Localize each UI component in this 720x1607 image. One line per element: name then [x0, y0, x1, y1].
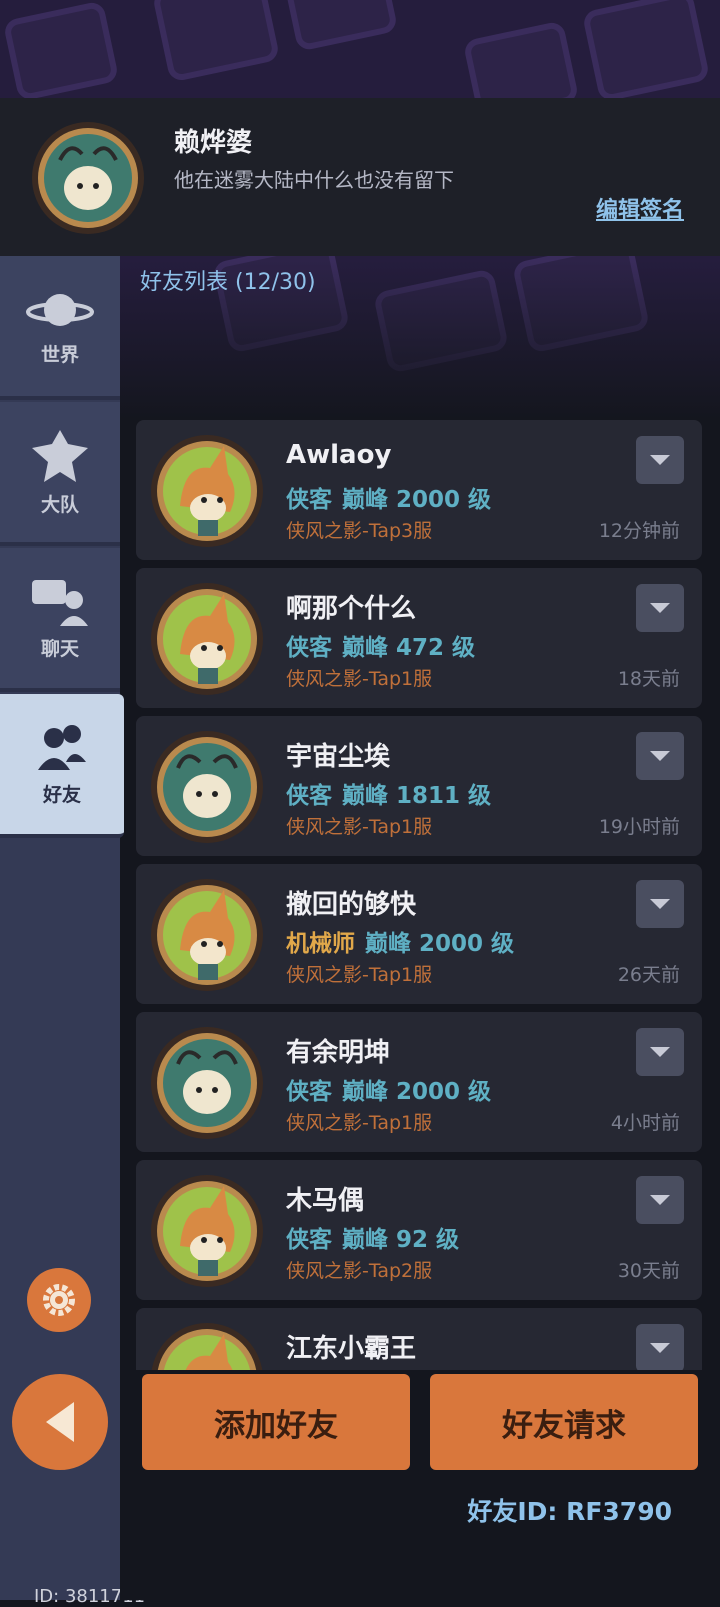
- friend-level: 巅峰 1811 级: [342, 783, 492, 809]
- tab-chat-label: 聊天: [40, 637, 79, 660]
- tab-friends-label: 好友: [42, 783, 81, 806]
- edit-signature-link[interactable]: 编辑签名: [596, 192, 684, 224]
- tab-world[interactable]: 世界: [0, 256, 120, 400]
- friend-id: 好友ID: RF3790: [467, 1497, 672, 1526]
- friend-last-seen: 30天前: [617, 1260, 680, 1282]
- friend-server: 侠风之影-Tap1服: [286, 668, 433, 690]
- friend-dropdown-button[interactable]: [636, 1176, 684, 1224]
- friend-server: 侠风之影-Tap1服: [286, 1112, 433, 1134]
- settings-button[interactable]: [27, 1268, 91, 1332]
- friend-dropdown-button[interactable]: [636, 1028, 684, 1076]
- chevron-down-icon: [650, 1047, 670, 1057]
- friend-avatar: [151, 1027, 263, 1139]
- gear-icon: [43, 1284, 75, 1316]
- friend-class: 侠客: [286, 1227, 332, 1253]
- back-button[interactable]: [12, 1374, 108, 1470]
- friend-list-title: 好友列表 (12/30): [140, 270, 316, 295]
- friend-level: 巅峰 92 级: [342, 1227, 460, 1253]
- friend-dropdown-button[interactable]: [636, 1324, 684, 1370]
- tab-world-label: 世界: [40, 343, 79, 366]
- friend-avatar: [151, 1323, 263, 1370]
- planet-icon: [26, 293, 94, 326]
- friend-list: Awlaoy 侠客 巅峰 2000 级 侠风之影-Tap3服 12分钟前 啊那个什…: [134, 420, 704, 1370]
- friend-class-line: 侠客 巅峰 1811 级: [286, 776, 491, 810]
- add-friend-button[interactable]: 添加好友: [142, 1374, 410, 1470]
- friend-name: 撤回的够快: [286, 890, 417, 920]
- guild-icon: [32, 429, 88, 482]
- profile-header: 赖烨婆 他在迷雾大陆中什么也没有留下 编辑签名: [0, 98, 720, 256]
- chevron-down-icon: [650, 1343, 670, 1353]
- friends-icon: [38, 724, 86, 770]
- friend-dropdown-button[interactable]: [636, 880, 684, 928]
- chat-icon: [32, 579, 88, 626]
- friend-class: 侠客: [286, 1079, 332, 1105]
- tab-guild-label: 大队: [40, 493, 79, 516]
- friend-server: 侠风之影-Tap3服: [286, 520, 433, 542]
- chevron-down-icon: [650, 603, 670, 613]
- friend-name: 江东小霸王: [286, 1334, 417, 1364]
- chevron-down-icon: [650, 899, 670, 909]
- friend-avatar: [151, 1175, 263, 1287]
- friend-name: 啊那个什么: [286, 594, 417, 624]
- friend-last-seen: 19小时前: [598, 816, 680, 838]
- friend-level: 巅峰 2000 级: [342, 1079, 492, 1105]
- friend-avatar: [151, 879, 263, 991]
- friend-requests-button[interactable]: 好友请求: [430, 1374, 698, 1470]
- friend-card[interactable]: 木马偶 侠客 巅峰 92 级 侠风之影-Tap2服 30天前: [136, 1160, 702, 1300]
- friend-last-seen: 18天前: [617, 668, 680, 690]
- friend-avatar: [151, 731, 263, 843]
- chevron-down-icon: [650, 455, 670, 465]
- friend-class-line: 侠客 巅峰 92 级: [286, 1220, 459, 1254]
- friend-class-line: 机械师 巅峰 2000 级: [286, 924, 514, 958]
- profile-signature: 他在迷雾大陆中什么也没有留下: [174, 168, 454, 192]
- friend-last-seen: 26天前: [617, 964, 680, 986]
- friend-dropdown-button[interactable]: [636, 436, 684, 484]
- friend-name: 有余明坤: [286, 1038, 391, 1068]
- friend-class-line: 侠客 巅峰 472 级: [286, 628, 475, 662]
- friend-card[interactable]: 撤回的够快 机械师 巅峰 2000 级 侠风之影-Tap1服 26天前: [136, 864, 702, 1004]
- friend-avatar: [151, 583, 263, 695]
- friend-server: 侠风之影-Tap2服: [286, 1260, 433, 1282]
- chevron-down-icon: [650, 1195, 670, 1205]
- friend-class: 侠客: [286, 487, 332, 513]
- arrow-left-icon: [46, 1402, 74, 1442]
- profile-avatar[interactable]: [30, 120, 146, 236]
- friend-class: 机械师: [286, 931, 355, 957]
- friend-name: Awlaoy: [286, 440, 392, 470]
- friend-class-line: 侠客 巅峰 2000 级: [286, 1072, 491, 1106]
- friend-server: 侠风之影-Tap1服: [286, 964, 433, 986]
- friend-dropdown-button[interactable]: [636, 584, 684, 632]
- friend-card[interactable]: 江东小霸王: [136, 1308, 702, 1370]
- friend-name: 木马偶: [286, 1186, 365, 1216]
- friend-card[interactable]: 啊那个什么 侠客 巅峰 472 级 侠风之影-Tap1服 18天前: [136, 568, 702, 708]
- friend-card[interactable]: 宇宙尘埃 侠客 巅峰 1811 级 侠风之影-Tap1服 19小时前: [136, 716, 702, 856]
- friend-level: 巅峰 2000 级: [365, 931, 515, 957]
- friend-avatar: [151, 435, 263, 547]
- friend-name: 宇宙尘埃: [286, 742, 391, 772]
- friend-last-seen: 4小时前: [610, 1112, 680, 1134]
- friend-last-seen: 12分钟前: [598, 520, 680, 542]
- friend-card[interactable]: 有余明坤 侠客 巅峰 2000 级 侠风之影-Tap1服 4小时前: [136, 1012, 702, 1152]
- friend-card[interactable]: Awlaoy 侠客 巅峰 2000 级 侠风之影-Tap3服 12分钟前: [136, 420, 702, 560]
- friend-level: 巅峰 472 级: [342, 635, 476, 661]
- tab-chat[interactable]: 聊天: [0, 548, 120, 692]
- chevron-down-icon: [650, 751, 670, 761]
- friend-class-line: 侠客 巅峰 2000 级: [286, 480, 491, 514]
- tab-guild[interactable]: 大队: [0, 402, 120, 546]
- friend-level: 巅峰 2000 级: [342, 487, 492, 513]
- friend-class: 侠客: [286, 635, 332, 661]
- friend-class: 侠客: [286, 783, 332, 809]
- friend-dropdown-button[interactable]: [636, 732, 684, 780]
- tab-friends[interactable]: 好友: [0, 694, 124, 838]
- friend-server: 侠风之影-Tap1服: [286, 816, 433, 838]
- profile-name: 赖烨婆: [174, 128, 253, 158]
